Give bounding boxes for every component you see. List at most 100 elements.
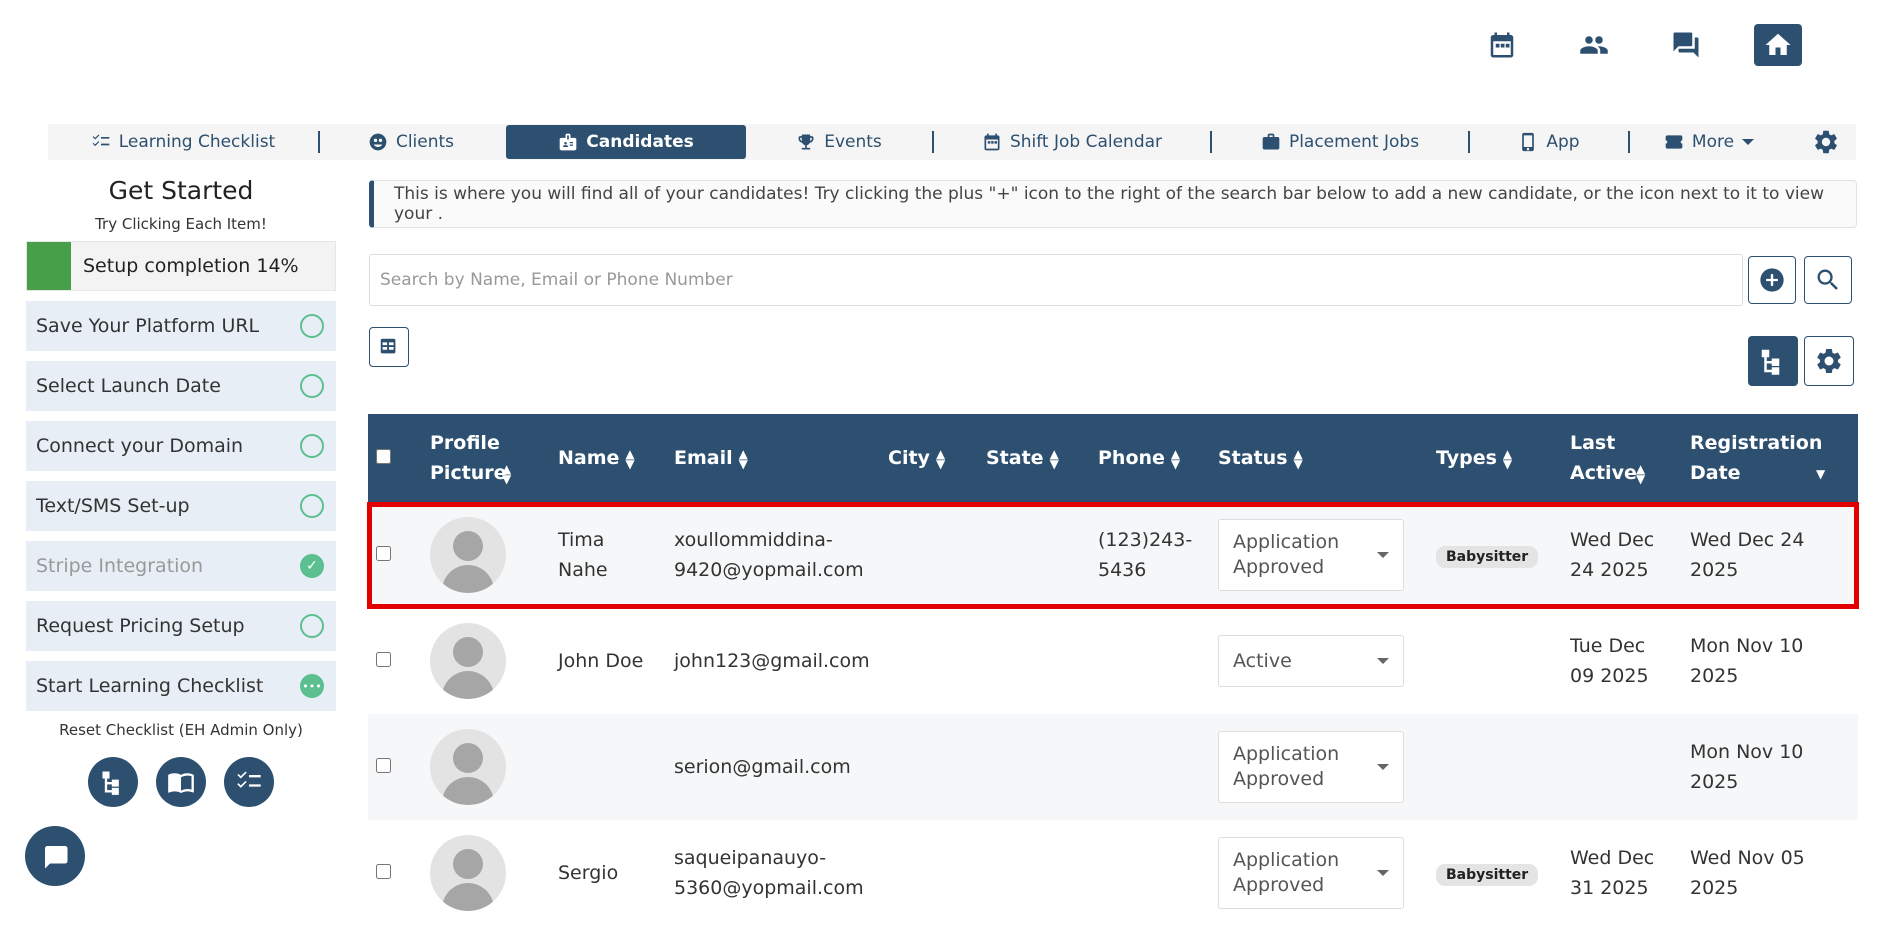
table-row[interactable]: serion@gmail.com Application Approved Mo… xyxy=(368,714,1858,820)
reset-checklist-link[interactable]: Reset Checklist (EH Admin Only) xyxy=(26,721,336,739)
sort-desc-icon: ▼ xyxy=(1816,466,1826,481)
add-candidate-button[interactable] xyxy=(1748,256,1796,304)
col-types[interactable]: Types ▲ ▼ xyxy=(1428,414,1562,502)
header-label: City xyxy=(888,447,930,469)
ellipsis-icon: ••• xyxy=(300,674,324,698)
checklist-button[interactable] xyxy=(224,757,274,807)
phone-cell: (123)243-5436 xyxy=(1090,502,1210,608)
row-checkbox[interactable] xyxy=(376,758,391,773)
status-select[interactable]: Application Approved xyxy=(1218,731,1404,803)
tab-app[interactable]: App xyxy=(1470,125,1628,159)
types-cell xyxy=(1428,608,1562,714)
tab-shift-job-calendar[interactable]: Shift Job Calendar xyxy=(934,125,1210,159)
header-label: Email xyxy=(674,447,733,469)
progress-fill xyxy=(27,242,71,290)
col-status[interactable]: Status ▲ ▼ xyxy=(1210,414,1428,502)
people-icon[interactable] xyxy=(1570,24,1618,66)
col-profile-picture[interactable]: Profile Picture▲ ▼ xyxy=(422,414,550,502)
tab-label: Candidates xyxy=(586,132,694,152)
guide-button[interactable] xyxy=(156,757,206,807)
registration-cell: Mon Nov 10 2025 xyxy=(1682,714,1858,820)
status-select[interactable]: Application Approved xyxy=(1218,519,1404,591)
status-value: Application Approved xyxy=(1233,531,1340,578)
sidebar-item-launch-date[interactable]: Select Launch Date xyxy=(26,361,336,411)
tab-clients[interactable]: Clients xyxy=(320,125,502,159)
types-cell xyxy=(1428,714,1562,820)
last-active-cell: Wed Dec 24 2025 xyxy=(1562,502,1682,608)
tab-events[interactable]: Events xyxy=(746,125,932,159)
col-last-active[interactable]: Last Active▲ ▼ xyxy=(1562,414,1682,502)
row-checkbox[interactable] xyxy=(376,652,391,667)
col-email[interactable]: Email ▲ ▼ xyxy=(666,414,880,502)
status-cell: Application Approved xyxy=(1210,714,1428,820)
status-select[interactable]: Active xyxy=(1218,635,1404,687)
profile-cell xyxy=(422,608,550,714)
hierarchy-view-button[interactable] xyxy=(1748,336,1798,386)
sort-icon: ▲ ▼ xyxy=(1502,446,1513,471)
search-input[interactable] xyxy=(369,254,1743,306)
home-icon[interactable] xyxy=(1754,24,1802,66)
tab-placement-jobs[interactable]: Placement Jobs xyxy=(1212,125,1468,159)
calendar-icon[interactable] xyxy=(1478,24,1526,66)
table-row[interactable]: Tima Nahe xoullommiddina-9420@yopmail.co… xyxy=(368,502,1858,608)
col-name[interactable]: Name ▲ ▼ xyxy=(550,414,666,502)
status-select[interactable]: Application Approved xyxy=(1218,837,1404,909)
phone-cell xyxy=(1090,714,1210,820)
sidebar-item-label: Select Launch Date xyxy=(36,375,221,397)
setup-sidebar: Get Started Try Clicking Each Item! Setu… xyxy=(26,176,336,807)
avatar xyxy=(430,835,506,911)
sitemap-icon xyxy=(102,771,119,795)
row-checkbox[interactable] xyxy=(376,864,391,879)
email-cell: xoullommiddina-9420@yopmail.com xyxy=(666,502,880,608)
tab-label: Events xyxy=(824,132,882,152)
table-row[interactable]: John Doe john123@gmail.com Active Tue De… xyxy=(368,608,1858,714)
chat-widget-button[interactable] xyxy=(25,826,85,886)
spreadsheet-icon xyxy=(380,338,396,354)
col-state[interactable]: State ▲ ▼ xyxy=(978,414,1090,502)
name-cell[interactable]: Sergio xyxy=(550,820,666,926)
spreadsheet-button[interactable] xyxy=(369,327,409,367)
chat-icon[interactable] xyxy=(1662,24,1710,66)
sidebar-item-stripe[interactable]: Stripe Integration ✓ xyxy=(26,541,336,591)
candidates-table: Profile Picture▲ ▼ Name ▲ ▼ Email ▲ ▼ City ▲ ▼ … xyxy=(368,414,1858,926)
name-cell[interactable] xyxy=(550,714,666,820)
name-cell[interactable]: John Doe xyxy=(550,608,666,714)
sidebar-item-sms[interactable]: Text/SMS Set-up xyxy=(26,481,336,531)
tab-candidates[interactable]: Candidates xyxy=(506,125,746,159)
types-cell: Babysitter xyxy=(1428,820,1562,926)
book-icon xyxy=(168,773,194,794)
todo-circle-icon xyxy=(300,434,324,458)
calendar-icon xyxy=(984,133,1000,151)
col-registration-date[interactable]: Registration Date ▼ xyxy=(1682,414,1858,502)
sitemap-button[interactable] xyxy=(88,757,138,807)
col-phone[interactable]: Phone ▲ ▼ xyxy=(1090,414,1210,502)
nav-settings-button[interactable] xyxy=(1796,125,1856,159)
select-all-checkbox[interactable] xyxy=(376,449,391,464)
sidebar-buttons xyxy=(26,757,336,807)
checkmark-icon: ✓ xyxy=(300,554,324,578)
sidebar-item-platform-url[interactable]: Save Your Platform URL xyxy=(26,301,336,351)
sidebar-item-learning-checklist[interactable]: Start Learning Checklist ••• xyxy=(26,661,336,711)
search-button[interactable] xyxy=(1804,256,1852,304)
sort-icon: ▲ ▼ xyxy=(1293,446,1303,471)
sort-icon: ▲ ▼ xyxy=(625,446,635,471)
table-settings-button[interactable] xyxy=(1804,336,1854,386)
sidebar-item-label: Request Pricing Setup xyxy=(36,615,245,637)
briefcase-icon xyxy=(1262,133,1280,150)
top-toolbar xyxy=(1478,24,1802,66)
sidebar-item-label: Save Your Platform URL xyxy=(36,315,260,337)
sort-icon: ▲ ▼ xyxy=(1049,446,1059,471)
sidebar-title: Get Started xyxy=(108,176,254,205)
header-label: Name xyxy=(558,447,620,469)
tab-more[interactable]: More xyxy=(1630,125,1788,159)
setup-progress: Setup completion 14% xyxy=(26,241,336,291)
row-checkbox[interactable] xyxy=(376,546,391,561)
type-badge: Babysitter xyxy=(1436,864,1539,886)
table-row[interactable]: Sergio saqueipanauyo-5360@yopmail.com Ap… xyxy=(368,820,1858,926)
table-header-row: Profile Picture▲ ▼ Name ▲ ▼ Email ▲ ▼ City ▲ ▼ … xyxy=(368,414,1858,502)
sidebar-item-pricing[interactable]: Request Pricing Setup xyxy=(26,601,336,651)
name-cell[interactable]: Tima Nahe xyxy=(550,502,666,608)
tab-learning-checklist[interactable]: Learning Checklist xyxy=(48,125,318,159)
sidebar-item-domain[interactable]: Connect your Domain xyxy=(26,421,336,471)
col-city[interactable]: City ▲ ▼ xyxy=(880,414,978,502)
